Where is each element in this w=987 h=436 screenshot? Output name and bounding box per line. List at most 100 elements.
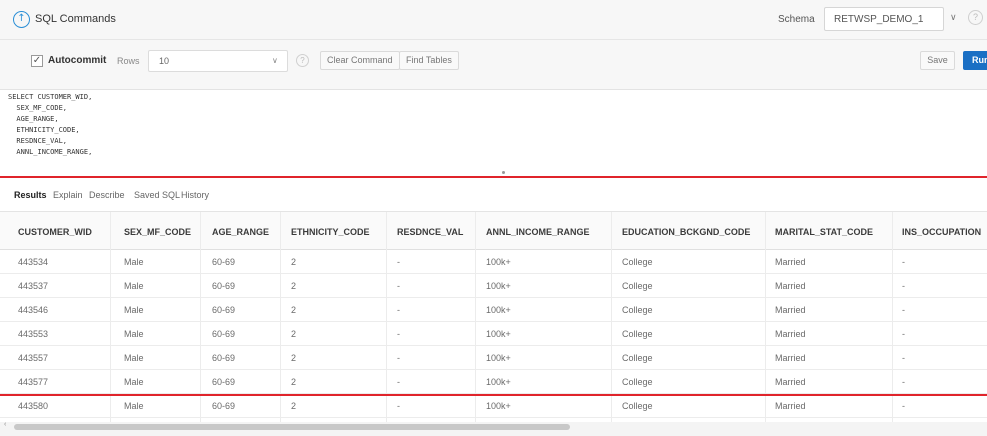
- sql-line: ANNL_INCOME_RANGE,: [8, 148, 93, 156]
- table-cell: Married: [775, 329, 806, 339]
- schema-value: RETWSP_DEMO_1: [834, 14, 924, 25]
- table-cell: 443534: [18, 257, 49, 267]
- table-cell: 60-69: [212, 305, 236, 315]
- run-button[interactable]: Run: [963, 51, 987, 70]
- column-header[interactable]: INS_OCCUPATION: [902, 227, 981, 237]
- table-cell: Male: [124, 329, 144, 339]
- upload-circle-icon: ↑: [13, 11, 30, 28]
- table-cell: -: [397, 377, 400, 387]
- table-cell: 2: [291, 257, 297, 267]
- sql-line: ETHNICITY_CODE,: [8, 126, 80, 134]
- table-cell: 443577: [18, 377, 49, 387]
- table-cell: Male: [124, 353, 144, 363]
- column-header[interactable]: MARITAL_STAT_CODE: [775, 227, 873, 237]
- table-cell: -: [397, 353, 400, 363]
- sql-editor[interactable]: [0, 90, 987, 175]
- sql-line: SEX_MF_CODE,: [8, 104, 68, 112]
- table-cell: Married: [775, 401, 806, 411]
- table-cell: 443537: [18, 281, 49, 291]
- table-cell: 2: [291, 329, 297, 339]
- tab-results[interactable]: Results: [14, 190, 47, 200]
- page-title: SQL Commands: [35, 13, 116, 25]
- table-cell: Married: [775, 353, 806, 363]
- column-header[interactable]: ANNL_INCOME_RANGE: [486, 227, 590, 237]
- chevron-down-icon[interactable]: ∨: [950, 12, 957, 23]
- table-cell: Male: [124, 257, 144, 267]
- table-cell: 2: [291, 305, 297, 315]
- column-header[interactable]: AGE_RANGE: [212, 227, 269, 237]
- table-cell: Married: [775, 377, 806, 387]
- autocommit-checkbox[interactable]: ✓: [31, 55, 43, 67]
- clear-command-button[interactable]: Clear Command: [320, 51, 400, 70]
- table-cell: College: [622, 329, 653, 339]
- table-cell: College: [622, 401, 653, 411]
- sql-line: AGE_RANGE,: [8, 115, 59, 123]
- column-header[interactable]: EDUCATION_BCKGND_CODE: [622, 227, 750, 237]
- table-cell: -: [397, 305, 400, 315]
- tab-explain[interactable]: Explain: [53, 190, 83, 200]
- table-cell: -: [902, 281, 905, 291]
- rows-select[interactable]: 10: [148, 50, 288, 72]
- table-cell: 100k+: [486, 281, 511, 291]
- table-cell: Male: [124, 281, 144, 291]
- autocommit-label: Autocommit: [48, 55, 107, 66]
- schema-select[interactable]: RETWSP_DEMO_1: [824, 7, 944, 31]
- save-button[interactable]: Save: [920, 51, 955, 70]
- table-cell: 443580: [18, 401, 49, 411]
- tab-describe[interactable]: Describe: [89, 190, 125, 200]
- highlight-line-top: [0, 176, 987, 178]
- table-cell: -: [902, 257, 905, 267]
- table-cell: College: [622, 353, 653, 363]
- table-cell: 100k+: [486, 377, 511, 387]
- table-cell: 443557: [18, 353, 49, 363]
- help-icon[interactable]: ?: [968, 10, 983, 25]
- table-cell: 60-69: [212, 281, 236, 291]
- rows-value: 10: [159, 56, 170, 66]
- table-cell: College: [622, 257, 653, 267]
- tab-saved-sql[interactable]: Saved SQL: [134, 190, 180, 200]
- table-cell: -: [397, 281, 400, 291]
- scrollbar-thumb[interactable]: [14, 424, 570, 430]
- column-header[interactable]: RESDNCE_VAL: [397, 227, 463, 237]
- table-cell: 60-69: [212, 401, 236, 411]
- table-cell: College: [622, 377, 653, 387]
- table-cell: 2: [291, 377, 297, 387]
- column-header[interactable]: SEX_MF_CODE: [124, 227, 191, 237]
- table-cell: 443553: [18, 329, 49, 339]
- column-header[interactable]: ETHNICITY_CODE: [291, 227, 370, 237]
- table-cell: -: [902, 377, 905, 387]
- table-cell: -: [902, 329, 905, 339]
- table-cell: 100k+: [486, 401, 511, 411]
- highlight-line-bottom: [0, 394, 987, 396]
- sql-line: SELECT CUSTOMER_WID,: [8, 93, 93, 101]
- help-icon[interactable]: ?: [296, 54, 309, 67]
- table-cell: -: [902, 401, 905, 411]
- column-header[interactable]: CUSTOMER_WID: [18, 227, 92, 237]
- find-tables-button[interactable]: Find Tables: [399, 51, 459, 70]
- rows-label: Rows: [117, 56, 140, 66]
- table-cell: Male: [124, 401, 144, 411]
- table-cell: -: [902, 305, 905, 315]
- table-cell: Married: [775, 281, 806, 291]
- table-cell: 100k+: [486, 305, 511, 315]
- table-cell: 100k+: [486, 353, 511, 363]
- table-cell: -: [902, 353, 905, 363]
- table-cell: -: [397, 257, 400, 267]
- table-cell: -: [397, 401, 400, 411]
- scroll-left-icon[interactable]: ‹: [4, 421, 6, 428]
- table-cell: 60-69: [212, 353, 236, 363]
- table-cell: 60-69: [212, 329, 236, 339]
- table-cell: 2: [291, 353, 297, 363]
- table-cell: -: [397, 329, 400, 339]
- table-cell: 60-69: [212, 257, 236, 267]
- sql-line: RESDNCE_VAL,: [8, 137, 68, 145]
- table-cell: Male: [124, 305, 144, 315]
- chevron-down-icon[interactable]: ∨: [272, 56, 278, 65]
- tab-history[interactable]: History: [181, 190, 209, 200]
- table-cell: Married: [775, 305, 806, 315]
- table-cell: 100k+: [486, 329, 511, 339]
- splitter-handle[interactable]: [502, 171, 505, 174]
- table-cell: College: [622, 281, 653, 291]
- table-cell: Male: [124, 377, 144, 387]
- schema-label: Schema: [778, 14, 815, 25]
